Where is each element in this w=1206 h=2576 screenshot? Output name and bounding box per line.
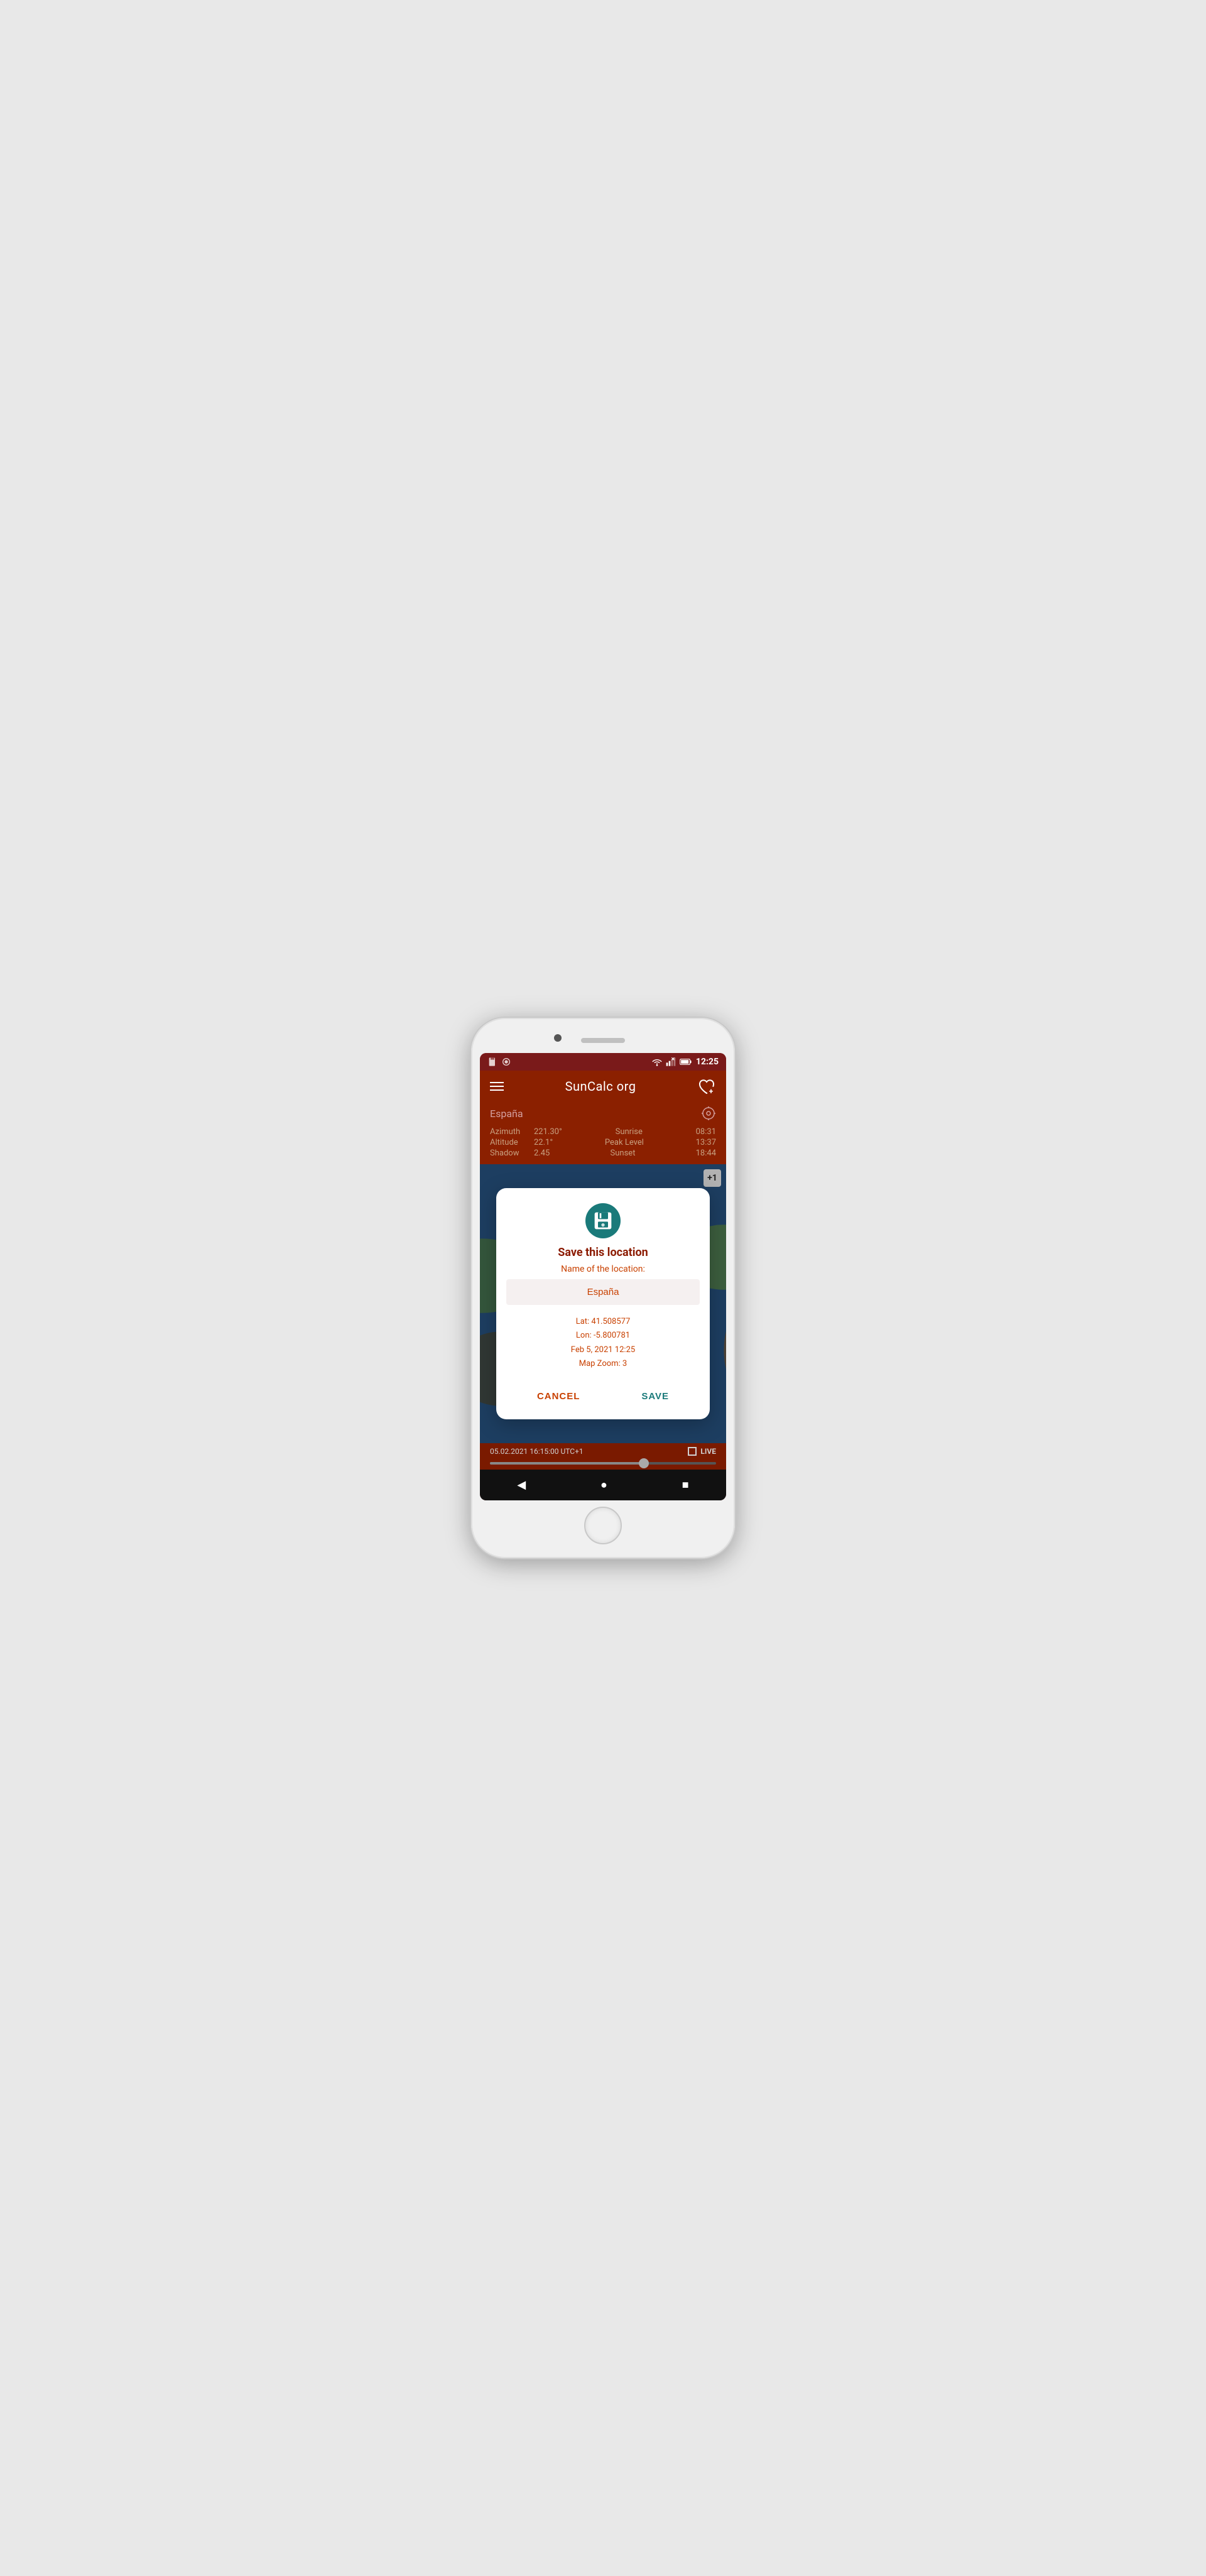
slider-thumb[interactable] xyxy=(639,1458,649,1468)
dialog-overlay: Save this location Name of the location:… xyxy=(480,1164,726,1443)
location-name: España xyxy=(490,1108,523,1120)
bottom-datetime: 05.02.2021 16:15:00 UTC+1 xyxy=(490,1447,584,1456)
date-info: Feb 5, 2021 12:25 xyxy=(506,1343,700,1357)
peak-label: Peak Level xyxy=(553,1138,695,1147)
svg-text:+: + xyxy=(709,1087,714,1096)
shadow-label: Shadow xyxy=(490,1149,534,1158)
status-left xyxy=(487,1057,511,1067)
hamburger-menu-button[interactable] xyxy=(490,1082,504,1091)
peak-value: 13:37 xyxy=(696,1138,716,1147)
sd-card-icon xyxy=(487,1057,497,1067)
bottom-bar: 05.02.2021 16:15:00 UTC+1 LIVE xyxy=(480,1443,726,1460)
live-checkbox[interactable] xyxy=(688,1447,697,1456)
app-title: SunCalc org xyxy=(565,1079,636,1094)
sunrise-label: Sunrise xyxy=(562,1127,696,1137)
phone-speaker xyxy=(581,1038,625,1043)
altitude-value: 22.1° xyxy=(534,1138,553,1147)
status-right: 12:25 xyxy=(652,1057,719,1067)
gps-icon[interactable] xyxy=(701,1106,716,1121)
floppy-disk-icon xyxy=(593,1211,613,1231)
signal-icon xyxy=(666,1057,676,1066)
record-icon xyxy=(501,1057,511,1067)
time-slider-track[interactable] xyxy=(490,1462,716,1465)
home-hardware-button[interactable] xyxy=(584,1507,622,1544)
sunset-value: 18:44 xyxy=(696,1149,716,1158)
shadow-value: 2.45 xyxy=(534,1149,550,1158)
front-camera xyxy=(554,1034,562,1042)
app-header: SunCalc org + xyxy=(480,1071,726,1102)
azimuth-value: 221.30° xyxy=(534,1127,562,1137)
live-area: LIVE xyxy=(688,1447,716,1456)
dialog-title: Save this location xyxy=(496,1243,710,1264)
azimuth-label: Azimuth xyxy=(490,1127,534,1137)
map-area[interactable]: ☀ +1 xyxy=(480,1164,726,1443)
status-time: 12:25 xyxy=(696,1057,719,1067)
favorite-button[interactable]: + xyxy=(697,1077,716,1096)
slider-area xyxy=(480,1460,726,1470)
data-row-shadow: Shadow 2.45 Sunset 18:44 xyxy=(490,1149,716,1158)
live-label: LIVE xyxy=(700,1447,716,1456)
save-location-dialog: Save this location Name of the location:… xyxy=(496,1188,710,1419)
phone-top-bar xyxy=(480,1029,726,1053)
save-disk-icon xyxy=(585,1203,621,1238)
lon-info: Lon: -5.800781 xyxy=(506,1329,700,1343)
dialog-subtitle: Name of the location: xyxy=(496,1264,710,1279)
sunset-label: Sunset xyxy=(550,1149,695,1158)
location-bar: España xyxy=(480,1102,726,1125)
home-button[interactable]: ● xyxy=(590,1476,617,1494)
lat-info: Lat: 41.508577 xyxy=(506,1315,700,1329)
nav-bar: ◀ ● ■ xyxy=(480,1470,726,1500)
sunrise-value: 08:31 xyxy=(696,1127,716,1137)
dialog-buttons: CANCEL SAVE xyxy=(496,1381,710,1414)
data-row-azimuth: Azimuth 221.30° Sunrise 08:31 xyxy=(490,1127,716,1137)
data-row-altitude: Altitude 22.1° Peak Level 13:37 xyxy=(490,1138,716,1147)
slider-fill xyxy=(490,1462,644,1465)
phone-frame: 12:25 SunCalc org + España xyxy=(471,1018,735,1558)
data-rows: Azimuth 221.30° Sunrise 08:31 Altitude 2… xyxy=(480,1125,726,1164)
phone-screen: 12:25 SunCalc org + España xyxy=(480,1053,726,1500)
dialog-info: Lat: 41.508577 Lon: -5.800781 Feb 5, 202… xyxy=(496,1315,710,1380)
location-name-input[interactable] xyxy=(506,1279,700,1305)
altitude-label: Altitude xyxy=(490,1138,534,1147)
wifi-icon xyxy=(652,1057,662,1066)
back-button[interactable]: ◀ xyxy=(507,1476,536,1494)
dialog-icon-area xyxy=(496,1188,710,1243)
zoom-info: Map Zoom: 3 xyxy=(506,1357,700,1371)
battery-icon xyxy=(680,1057,692,1066)
recent-apps-button[interactable]: ■ xyxy=(672,1476,699,1494)
status-bar: 12:25 xyxy=(480,1053,726,1071)
cancel-button[interactable]: CANCEL xyxy=(527,1386,590,1407)
save-button[interactable]: SAVE xyxy=(631,1386,679,1407)
